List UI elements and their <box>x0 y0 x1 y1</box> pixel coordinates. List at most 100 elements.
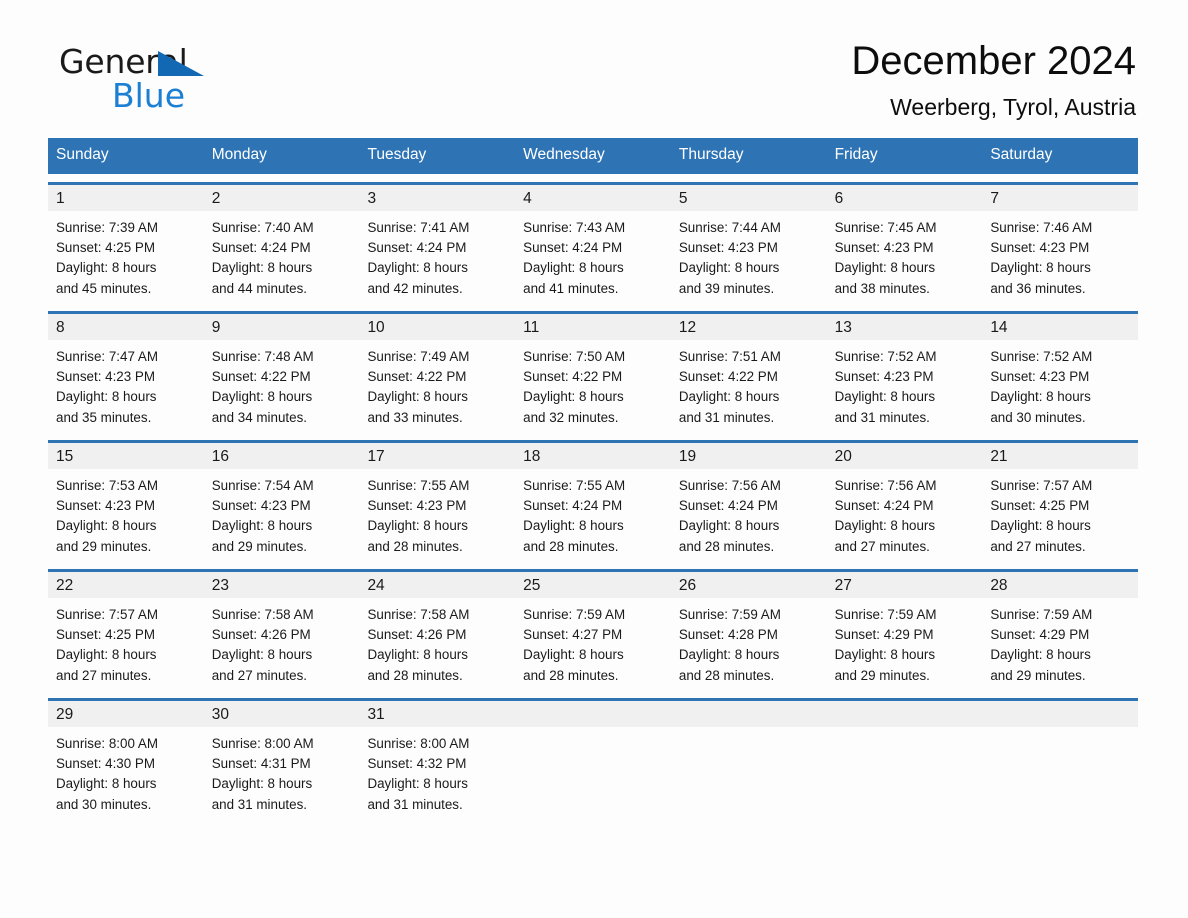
sunset-text: Sunset: 4:24 PM <box>367 239 467 255</box>
day-number[interactable]: 17 <box>359 443 515 469</box>
sunrise-text: Sunrise: 7:47 AM <box>56 348 158 364</box>
calendar-week-row: 15 16 17 18 19 20 21 Sunrise: 7:53 AM Su… <box>48 439 1138 561</box>
sunset-text: Sunset: 4:25 PM <box>56 626 155 642</box>
day-detail-band: Sunrise: 8:00 AM Sunset: 4:30 PM Dayligh… <box>48 726 1138 819</box>
day-cell: Sunrise: 7:41 AM Sunset: 4:24 PM Dayligh… <box>359 211 515 303</box>
weekday-header-tuesday: Tuesday <box>367 146 427 163</box>
daylight-text-line2: and 29 minutes. <box>56 538 152 554</box>
day-number[interactable]: 7 <box>982 185 1138 211</box>
sunrise-text: Sunrise: 7:49 AM <box>367 348 470 364</box>
daylight-text-line1: Daylight: 8 hours <box>834 389 936 405</box>
day-number[interactable]: 31 <box>359 701 515 727</box>
daylight-text-line1: Daylight: 8 hours <box>211 518 313 534</box>
sunrise-text: Sunrise: 7:39 AM <box>56 219 158 235</box>
day-number[interactable]: 6 <box>827 185 983 211</box>
daylight-text-line2: and 27 minutes. <box>834 538 930 554</box>
day-cell: Sunrise: 7:50 AM Sunset: 4:22 PM Dayligh… <box>515 340 671 432</box>
sunrise-text: Sunrise: 7:52 AM <box>834 348 937 364</box>
daylight-text-line2: and 32 minutes. <box>523 409 619 425</box>
day-number[interactable]: 23 <box>204 572 360 598</box>
sunset-text: Sunset: 4:23 PM <box>367 497 467 513</box>
day-number[interactable]: 10 <box>359 314 515 340</box>
day-number[interactable]: 5 <box>671 185 827 211</box>
title-block: December 2024 Weerberg, Tyrol, Austria <box>851 38 1136 120</box>
sunrise-text: Sunrise: 7:58 AM <box>367 606 470 622</box>
daylight-text-line1: Daylight: 8 hours <box>211 389 313 405</box>
day-cell: Sunrise: 7:43 AM Sunset: 4:24 PM Dayligh… <box>515 211 671 303</box>
day-number[interactable]: 27 <box>827 572 983 598</box>
triangle-icon <box>158 51 204 76</box>
sunset-text: Sunset: 4:24 PM <box>211 239 311 255</box>
day-number[interactable]: 12 <box>671 314 827 340</box>
generalblue-logo[interactable]: General Blue <box>59 45 319 117</box>
daylight-text-line1: Daylight: 8 hours <box>56 776 157 792</box>
day-number[interactable]: 13 <box>827 314 983 340</box>
day-number[interactable]: 18 <box>515 443 671 469</box>
day-cell: Sunrise: 7:52 AM Sunset: 4:23 PM Dayligh… <box>827 340 983 432</box>
daylight-text-line2: and 27 minutes. <box>211 667 308 683</box>
day-number[interactable]: 28 <box>982 572 1138 598</box>
day-number[interactable]: 3 <box>359 185 515 211</box>
sunset-text: Sunset: 4:23 PM <box>834 239 934 255</box>
day-number[interactable]: 16 <box>204 443 360 469</box>
calendar-week-row: 29 30 31 Sunrise: 8:00 AM Sunset: 4:30 P… <box>48 697 1138 819</box>
sunrise-text: Sunrise: 7:55 AM <box>367 477 470 493</box>
sunset-text: Sunset: 4:30 PM <box>56 755 155 771</box>
day-number-empty <box>515 701 671 727</box>
day-cell: Sunrise: 7:56 AM Sunset: 4:24 PM Dayligh… <box>671 469 827 561</box>
day-cell: Sunrise: 7:40 AM Sunset: 4:24 PM Dayligh… <box>204 211 360 303</box>
weekday-header-sunday: Sunday <box>56 146 109 163</box>
daylight-text-line2: and 29 minutes. <box>834 667 930 683</box>
day-cell: Sunrise: 7:59 AM Sunset: 4:29 PM Dayligh… <box>982 598 1138 690</box>
day-number[interactable]: 15 <box>48 443 204 469</box>
sunset-text: Sunset: 4:22 PM <box>211 368 311 384</box>
day-number-empty <box>827 701 983 727</box>
daylight-text-line2: and 34 minutes. <box>211 409 308 425</box>
day-number[interactable]: 26 <box>671 572 827 598</box>
sunset-text: Sunset: 4:28 PM <box>678 626 778 642</box>
day-number[interactable]: 9 <box>204 314 360 340</box>
day-number[interactable]: 4 <box>515 185 671 211</box>
sunset-text: Sunset: 4:22 PM <box>367 368 467 384</box>
logo-word-blue: Blue <box>112 76 186 115</box>
daylight-text-line2: and 28 minutes. <box>678 538 775 554</box>
sunrise-text: Sunrise: 7:50 AM <box>523 348 626 364</box>
day-number[interactable]: 19 <box>671 443 827 469</box>
day-number[interactable]: 1 <box>48 185 204 211</box>
day-number[interactable]: 20 <box>827 443 983 469</box>
daylight-text-line2: and 29 minutes. <box>211 538 308 554</box>
daylight-text-line2: and 38 minutes. <box>834 280 930 296</box>
daylight-text-line2: and 42 minutes. <box>367 280 463 296</box>
daylight-text-line2: and 33 minutes. <box>367 409 463 425</box>
sunrise-text: Sunrise: 7:59 AM <box>834 606 937 622</box>
day-cell: Sunrise: 7:51 AM Sunset: 4:22 PM Dayligh… <box>671 340 827 432</box>
sunset-text: Sunset: 4:26 PM <box>367 626 467 642</box>
daylight-text-line2: and 39 minutes. <box>678 280 775 296</box>
sunrise-text: Sunrise: 7:59 AM <box>523 606 626 622</box>
day-number[interactable]: 14 <box>982 314 1138 340</box>
day-cell: Sunrise: 7:54 AM Sunset: 4:23 PM Dayligh… <box>204 469 360 561</box>
daylight-text-line1: Daylight: 8 hours <box>678 389 780 405</box>
day-number[interactable]: 11 <box>515 314 671 340</box>
sunrise-text: Sunrise: 7:57 AM <box>56 606 158 622</box>
day-number[interactable]: 29 <box>48 701 204 727</box>
day-number[interactable]: 30 <box>204 701 360 727</box>
sunrise-text: Sunrise: 8:00 AM <box>56 735 158 751</box>
day-number[interactable]: 8 <box>48 314 204 340</box>
day-cell: Sunrise: 7:58 AM Sunset: 4:26 PM Dayligh… <box>359 598 515 690</box>
day-number[interactable]: 2 <box>204 185 360 211</box>
calendar-week-row: 1 2 3 4 5 6 7 Sunrise: 7:39 AM Sunset: 4… <box>48 181 1138 303</box>
daylight-text-line1: Daylight: 8 hours <box>834 260 936 276</box>
sunset-text: Sunset: 4:23 PM <box>990 368 1090 384</box>
calendar-week-row: 8 9 10 11 12 13 14 Sunrise: 7:47 AM Suns… <box>48 310 1138 432</box>
daylight-text-line1: Daylight: 8 hours <box>367 389 468 405</box>
sunrise-text: Sunrise: 8:00 AM <box>211 735 314 751</box>
day-cell: Sunrise: 7:59 AM Sunset: 4:29 PM Dayligh… <box>827 598 983 690</box>
day-number[interactable]: 21 <box>982 443 1138 469</box>
daylight-text-line1: Daylight: 8 hours <box>367 776 468 792</box>
day-number[interactable]: 22 <box>48 572 204 598</box>
day-number[interactable]: 24 <box>359 572 515 598</box>
day-number[interactable]: 25 <box>515 572 671 598</box>
day-detail-band: Sunrise: 7:57 AM Sunset: 4:25 PM Dayligh… <box>48 597 1138 690</box>
daylight-text-line1: Daylight: 8 hours <box>211 776 313 792</box>
